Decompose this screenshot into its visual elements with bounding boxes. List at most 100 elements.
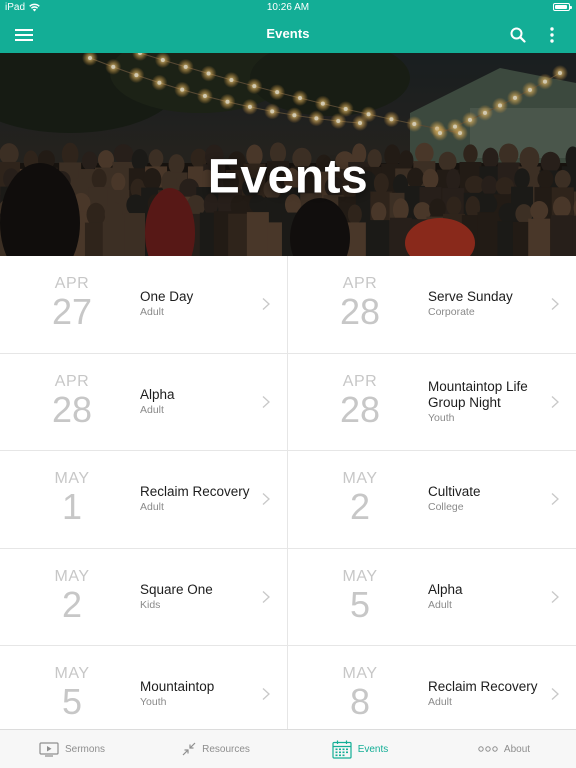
event-category: Kids: [140, 598, 161, 611]
tab-resources[interactable]: Resources: [144, 730, 288, 768]
dots-icon: [478, 746, 498, 752]
event-month: APR: [54, 372, 90, 390]
event-category: Adult: [140, 501, 164, 514]
event-category: Youth: [428, 411, 455, 424]
more-button[interactable]: [534, 16, 570, 53]
event-item[interactable]: APR 27 One Day Adult: [0, 256, 288, 354]
chevron-right-icon: [551, 395, 559, 408]
event-date: MAY 1: [42, 470, 102, 526]
chevron-right-icon: [551, 298, 559, 311]
tab-label: Resources: [202, 743, 250, 755]
status-bar: iPad 10:26 AM: [0, 0, 576, 16]
event-text: Alpha Adult: [428, 582, 546, 612]
event-day: 28: [339, 291, 381, 332]
event-date: APR 28: [330, 373, 390, 429]
event-text: Alpha Adult: [140, 387, 257, 417]
event-title: Reclaim Recovery: [428, 679, 538, 695]
event-text: Mountaintop Youth: [140, 679, 257, 709]
event-date: APR 27: [42, 275, 102, 331]
tv-play-icon: [39, 741, 59, 757]
event-item[interactable]: MAY 5 Alpha Adult: [288, 549, 576, 646]
event-date: MAY 8: [330, 665, 390, 721]
event-month: MAY: [54, 567, 90, 585]
event-day: 5: [349, 583, 371, 625]
arrows-in-icon: [182, 742, 196, 756]
event-date: MAY 2: [42, 568, 102, 624]
search-icon: [510, 27, 526, 43]
chevron-right-icon: [262, 590, 270, 603]
event-day: 28: [51, 388, 93, 430]
event-month: MAY: [342, 567, 378, 585]
battery-level: [555, 5, 567, 9]
event-title: Mountaintop Life Group Night: [428, 378, 528, 410]
tab-events[interactable]: Events: [288, 730, 432, 768]
event-title: One Day: [140, 289, 194, 305]
battery-icon: [553, 3, 572, 11]
search-button[interactable]: [500, 16, 536, 53]
event-category: College: [428, 501, 464, 514]
event-category: Adult: [428, 598, 452, 611]
event-title: Reclaim Recovery: [140, 484, 250, 500]
event-item[interactable]: APR 28 Serve Sunday Corporate: [288, 256, 576, 354]
event-date: APR 28: [42, 373, 102, 429]
event-item[interactable]: MAY 2 Cultivate College: [288, 451, 576, 549]
event-date: APR 28: [330, 275, 390, 331]
chevron-right-icon: [262, 395, 270, 408]
tab-sermons[interactable]: Sermons: [0, 730, 144, 768]
event-day: 28: [339, 388, 381, 430]
tab-bar: Sermons Resources Events About: [0, 729, 576, 768]
chevron-right-icon: [262, 298, 270, 311]
event-day: 27: [51, 291, 93, 332]
chevron-right-icon: [551, 590, 559, 603]
event-title: Mountaintop: [140, 679, 215, 695]
nav-bar: Events: [0, 16, 576, 53]
event-category: Corporate: [428, 306, 475, 319]
chevron-right-icon: [551, 493, 559, 506]
event-text: Reclaim Recovery Adult: [428, 679, 546, 709]
more-vertical-icon: [550, 26, 554, 43]
event-day: 2: [349, 486, 371, 527]
chevron-right-icon: [262, 688, 270, 701]
event-title: Serve Sunday: [428, 289, 513, 305]
event-item[interactable]: MAY 2 Square One Kids: [0, 548, 288, 646]
event-item[interactable]: APR 28 Mountaintop Life Group Night Youth: [288, 354, 576, 451]
event-text: Reclaim Recovery Adult: [140, 484, 257, 514]
event-category: Youth: [140, 696, 167, 709]
event-text: Mountaintop Life Group Night Youth: [428, 379, 546, 425]
event-month: APR: [342, 372, 378, 390]
tab-about[interactable]: About: [432, 730, 576, 768]
event-title: Alpha: [140, 386, 175, 402]
event-item[interactable]: APR 28 Alpha Adult: [0, 353, 288, 451]
event-text: Serve Sunday Corporate: [428, 289, 546, 319]
status-time: 10:26 AM: [266, 2, 310, 13]
event-title: Alpha: [428, 581, 463, 597]
tab-label: About: [503, 743, 531, 755]
event-title: Cultivate: [428, 484, 481, 500]
page-title: Events: [266, 26, 310, 41]
event-item[interactable]: MAY 8 Reclaim Recovery Adult: [288, 646, 576, 729]
tab-label: Events: [357, 743, 389, 755]
event-item[interactable]: MAY 1 Reclaim Recovery Adult: [0, 451, 288, 549]
events-list[interactable]: APR 27 One Day Adult APR 28 Serve Sunday Corpor…: [0, 256, 576, 729]
chevron-right-icon: [262, 493, 270, 506]
tab-label: Sermons: [64, 743, 105, 755]
event-category: Adult: [140, 306, 164, 319]
event-text: Cultivate College: [428, 484, 546, 514]
calendar-icon: [332, 740, 352, 759]
event-category: Adult: [140, 403, 164, 416]
chevron-right-icon: [551, 688, 559, 701]
event-title: Square One: [140, 581, 213, 597]
event-day: 1: [61, 486, 83, 527]
event-day: 8: [349, 681, 371, 722]
event-date: MAY 5: [330, 568, 390, 624]
event-date: MAY 5: [42, 665, 102, 721]
event-category: Adult: [428, 696, 452, 709]
hero-title: Events: [207, 150, 369, 204]
event-text: One Day Adult: [140, 289, 257, 319]
event-item[interactable]: MAY 5 Mountaintop Youth: [0, 646, 288, 729]
hero-banner: Events: [0, 53, 576, 256]
event-day: 5: [61, 681, 83, 722]
event-day: 2: [61, 583, 83, 625]
event-date: MAY 2: [330, 470, 390, 526]
event-text: Square One Kids: [140, 582, 257, 612]
